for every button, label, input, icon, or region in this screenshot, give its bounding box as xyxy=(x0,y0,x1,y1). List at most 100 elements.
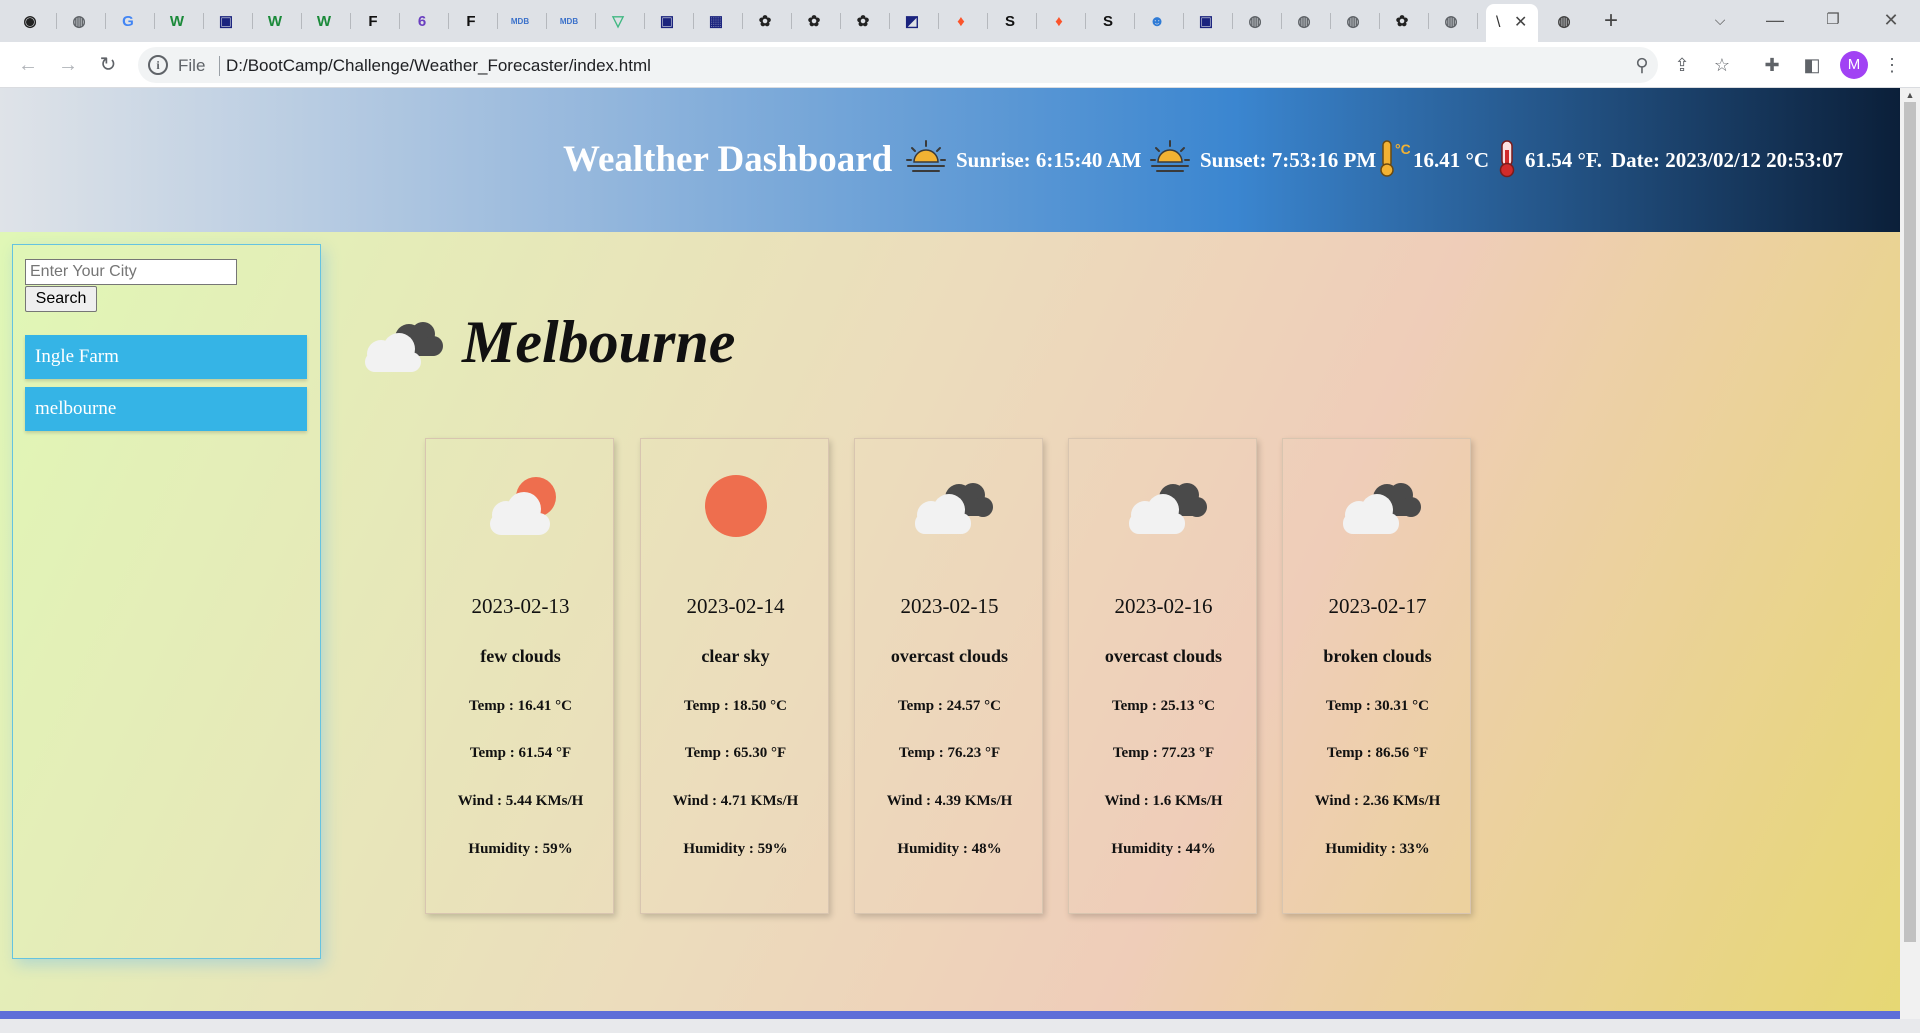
forecast-temp-celsius: Temp : 18.50 °C xyxy=(684,698,787,714)
w-icon[interactable]: W xyxy=(165,9,189,33)
header-temp-fahrenheit: 61.54 °F. xyxy=(1525,148,1603,172)
forward-icon[interactable]: → xyxy=(54,51,82,79)
tab-separator xyxy=(1330,13,1331,29)
close-window-icon[interactable]: ✕ xyxy=(1876,8,1906,32)
globe-icon[interactable]: ◍ xyxy=(1439,9,1463,33)
brave-icon[interactable]: ♦ xyxy=(949,9,973,33)
s-icon[interactable]: S xyxy=(998,9,1022,33)
brave-icon[interactable]: ♦ xyxy=(1047,9,1071,33)
tab-separator xyxy=(105,13,106,29)
new-tab-icon[interactable]: + xyxy=(1599,7,1623,34)
tab-separator xyxy=(154,13,155,29)
github-icon[interactable]: ◉ xyxy=(18,9,42,33)
forecast-date: 2023-02-17 xyxy=(1328,594,1427,618)
search-button[interactable]: Search xyxy=(25,286,97,312)
tab-separator xyxy=(1281,13,1282,29)
forecast-temp-celsius: Temp : 24.57 °C xyxy=(898,698,1001,714)
forecast-humidity: Humidity : 59% xyxy=(683,841,788,857)
forecast-humidity: Humidity : 33% xyxy=(1325,841,1430,857)
tab-search-icon[interactable]: ⌵ xyxy=(1705,8,1735,32)
extensions-icon[interactable]: ✚ xyxy=(1760,53,1784,77)
globe-icon[interactable]: ◍ xyxy=(67,9,91,33)
sunrise-time: Sunrise: 6:15:40 AM xyxy=(956,148,1142,172)
openai-icon[interactable]: ✿ xyxy=(753,9,777,33)
tab-separator xyxy=(1085,13,1086,29)
w-icon[interactable]: W xyxy=(263,9,287,33)
clear-sky-icon xyxy=(641,471,830,541)
s-icon[interactable]: S xyxy=(1096,9,1120,33)
forecast-wind: Wind : 1.6 KMs/H xyxy=(1104,793,1223,809)
city-name: Melbourne xyxy=(462,309,736,375)
location-icon[interactable]: ⚲ xyxy=(1630,53,1654,77)
scroll-up-icon[interactable]: ▲ xyxy=(1900,88,1920,102)
tab-separator xyxy=(1428,13,1429,29)
openai-icon[interactable]: ✿ xyxy=(802,9,826,33)
tab-strip: ◉ ◍ G W ▣ W W F 6 F MDB MDB ▽ ▣ ▦ ✿ ✿ ✿ ◩ ♦ S ♦ S ☻ ▣ ◍ ◍ ◍ ✿ ◍ \ ✕ ◍… xyxy=(0,0,1920,42)
app-icon[interactable]: ▣ xyxy=(214,9,238,33)
tab-separator xyxy=(350,13,351,29)
openai-icon[interactable]: ✿ xyxy=(1390,9,1414,33)
address-bar[interactable]: i File D:/BootCamp/Challenge/Weather_For… xyxy=(138,47,1658,83)
tab-separator xyxy=(644,13,645,29)
app-icon[interactable]: ▣ xyxy=(655,9,679,33)
share-icon[interactable]: ⇪ xyxy=(1670,53,1694,77)
info-icon[interactable]: i xyxy=(148,55,168,75)
sidebar: Search Ingle Farm melbourne xyxy=(12,244,321,959)
page-footer-bar xyxy=(0,1011,1900,1019)
vue-icon[interactable]: ▽ xyxy=(606,9,630,33)
tab-separator xyxy=(1134,13,1135,29)
forecast-humidity: Humidity : 44% xyxy=(1111,841,1216,857)
globe-icon[interactable]: ◍ xyxy=(1552,9,1576,33)
profile-avatar[interactable]: M xyxy=(1840,51,1868,79)
app-icon[interactable]: ◩ xyxy=(900,9,924,33)
tab-separator xyxy=(938,13,939,29)
side-panel-icon[interactable]: ◧ xyxy=(1800,53,1824,77)
forecast-card: 2023-02-14 clear sky Temp : 18.50 °C Temp :… xyxy=(640,438,829,914)
close-tab-icon[interactable]: ✕ xyxy=(1514,12,1527,32)
forecast-humidity: Humidity : 59% xyxy=(468,841,573,857)
app-icon[interactable]: ▦ xyxy=(704,9,728,33)
active-tab[interactable]: \ ✕ xyxy=(1486,4,1538,42)
reload-icon[interactable]: ↻ xyxy=(94,51,122,79)
bot-icon[interactable]: ☻ xyxy=(1145,9,1169,33)
forecast-card: 2023-02-13 few clouds Temp : 16.41 °C Temp … xyxy=(425,438,614,914)
globe-icon[interactable]: ◍ xyxy=(1243,9,1267,33)
f-icon[interactable]: F xyxy=(361,9,385,33)
forecast-description: few clouds xyxy=(480,646,561,666)
menu-icon[interactable]: ⋮ xyxy=(1880,53,1904,77)
header-temp-celsius: 16.41 °C xyxy=(1413,148,1490,172)
restore-icon[interactable]: ❐ xyxy=(1818,8,1848,32)
overcast-clouds-icon xyxy=(855,471,1044,541)
globe-icon[interactable]: ◍ xyxy=(1341,9,1365,33)
tab-separator xyxy=(1036,13,1037,29)
url-text[interactable]: D:/BootCamp/Challenge/Weather_Forecaster… xyxy=(226,56,651,76)
forecast-date: 2023-02-16 xyxy=(1114,594,1213,618)
six-icon[interactable]: 6 xyxy=(410,9,434,33)
tab-separator xyxy=(1379,13,1380,29)
url-scheme: File xyxy=(178,56,206,75)
forecast-date: 2023-02-15 xyxy=(900,594,999,618)
forecast-temp-fahrenheit: Temp : 76.23 °F xyxy=(898,745,1001,761)
dashboard-header: Wealther Dashboard Sunrise: 6:15:40 AM S… xyxy=(0,88,1900,232)
forecast-wind: Wind : 5.44 KMs/H xyxy=(457,793,584,809)
globe-icon[interactable]: ◍ xyxy=(1292,9,1316,33)
w-icon[interactable]: W xyxy=(312,9,336,33)
forecast-description: overcast clouds xyxy=(890,646,1009,666)
forecast-temp-fahrenheit: Temp : 77.23 °F xyxy=(1112,745,1215,761)
app-icon[interactable]: ▣ xyxy=(1194,9,1218,33)
mdb-icon[interactable]: MDB xyxy=(508,9,532,33)
vertical-scrollbar[interactable]: ▲ ▼ xyxy=(1900,88,1920,1033)
history-button-melbourne[interactable]: melbourne xyxy=(25,387,307,431)
f-icon[interactable]: F xyxy=(459,9,483,33)
back-icon[interactable]: ← xyxy=(14,51,42,79)
history-button-ingle-farm[interactable]: Ingle Farm xyxy=(25,335,307,379)
google-icon[interactable]: G xyxy=(116,9,140,33)
tab-separator xyxy=(546,13,547,29)
mdb-icon[interactable]: MDB xyxy=(557,9,581,33)
openai-icon[interactable]: ✿ xyxy=(851,9,875,33)
forecast-wind: Wind : 4.39 KMs/H xyxy=(886,793,1013,809)
minimize-icon[interactable]: — xyxy=(1760,8,1790,32)
scroll-thumb[interactable] xyxy=(1904,102,1916,942)
city-search-input[interactable] xyxy=(25,259,237,285)
star-icon[interactable]: ☆ xyxy=(1710,53,1734,77)
